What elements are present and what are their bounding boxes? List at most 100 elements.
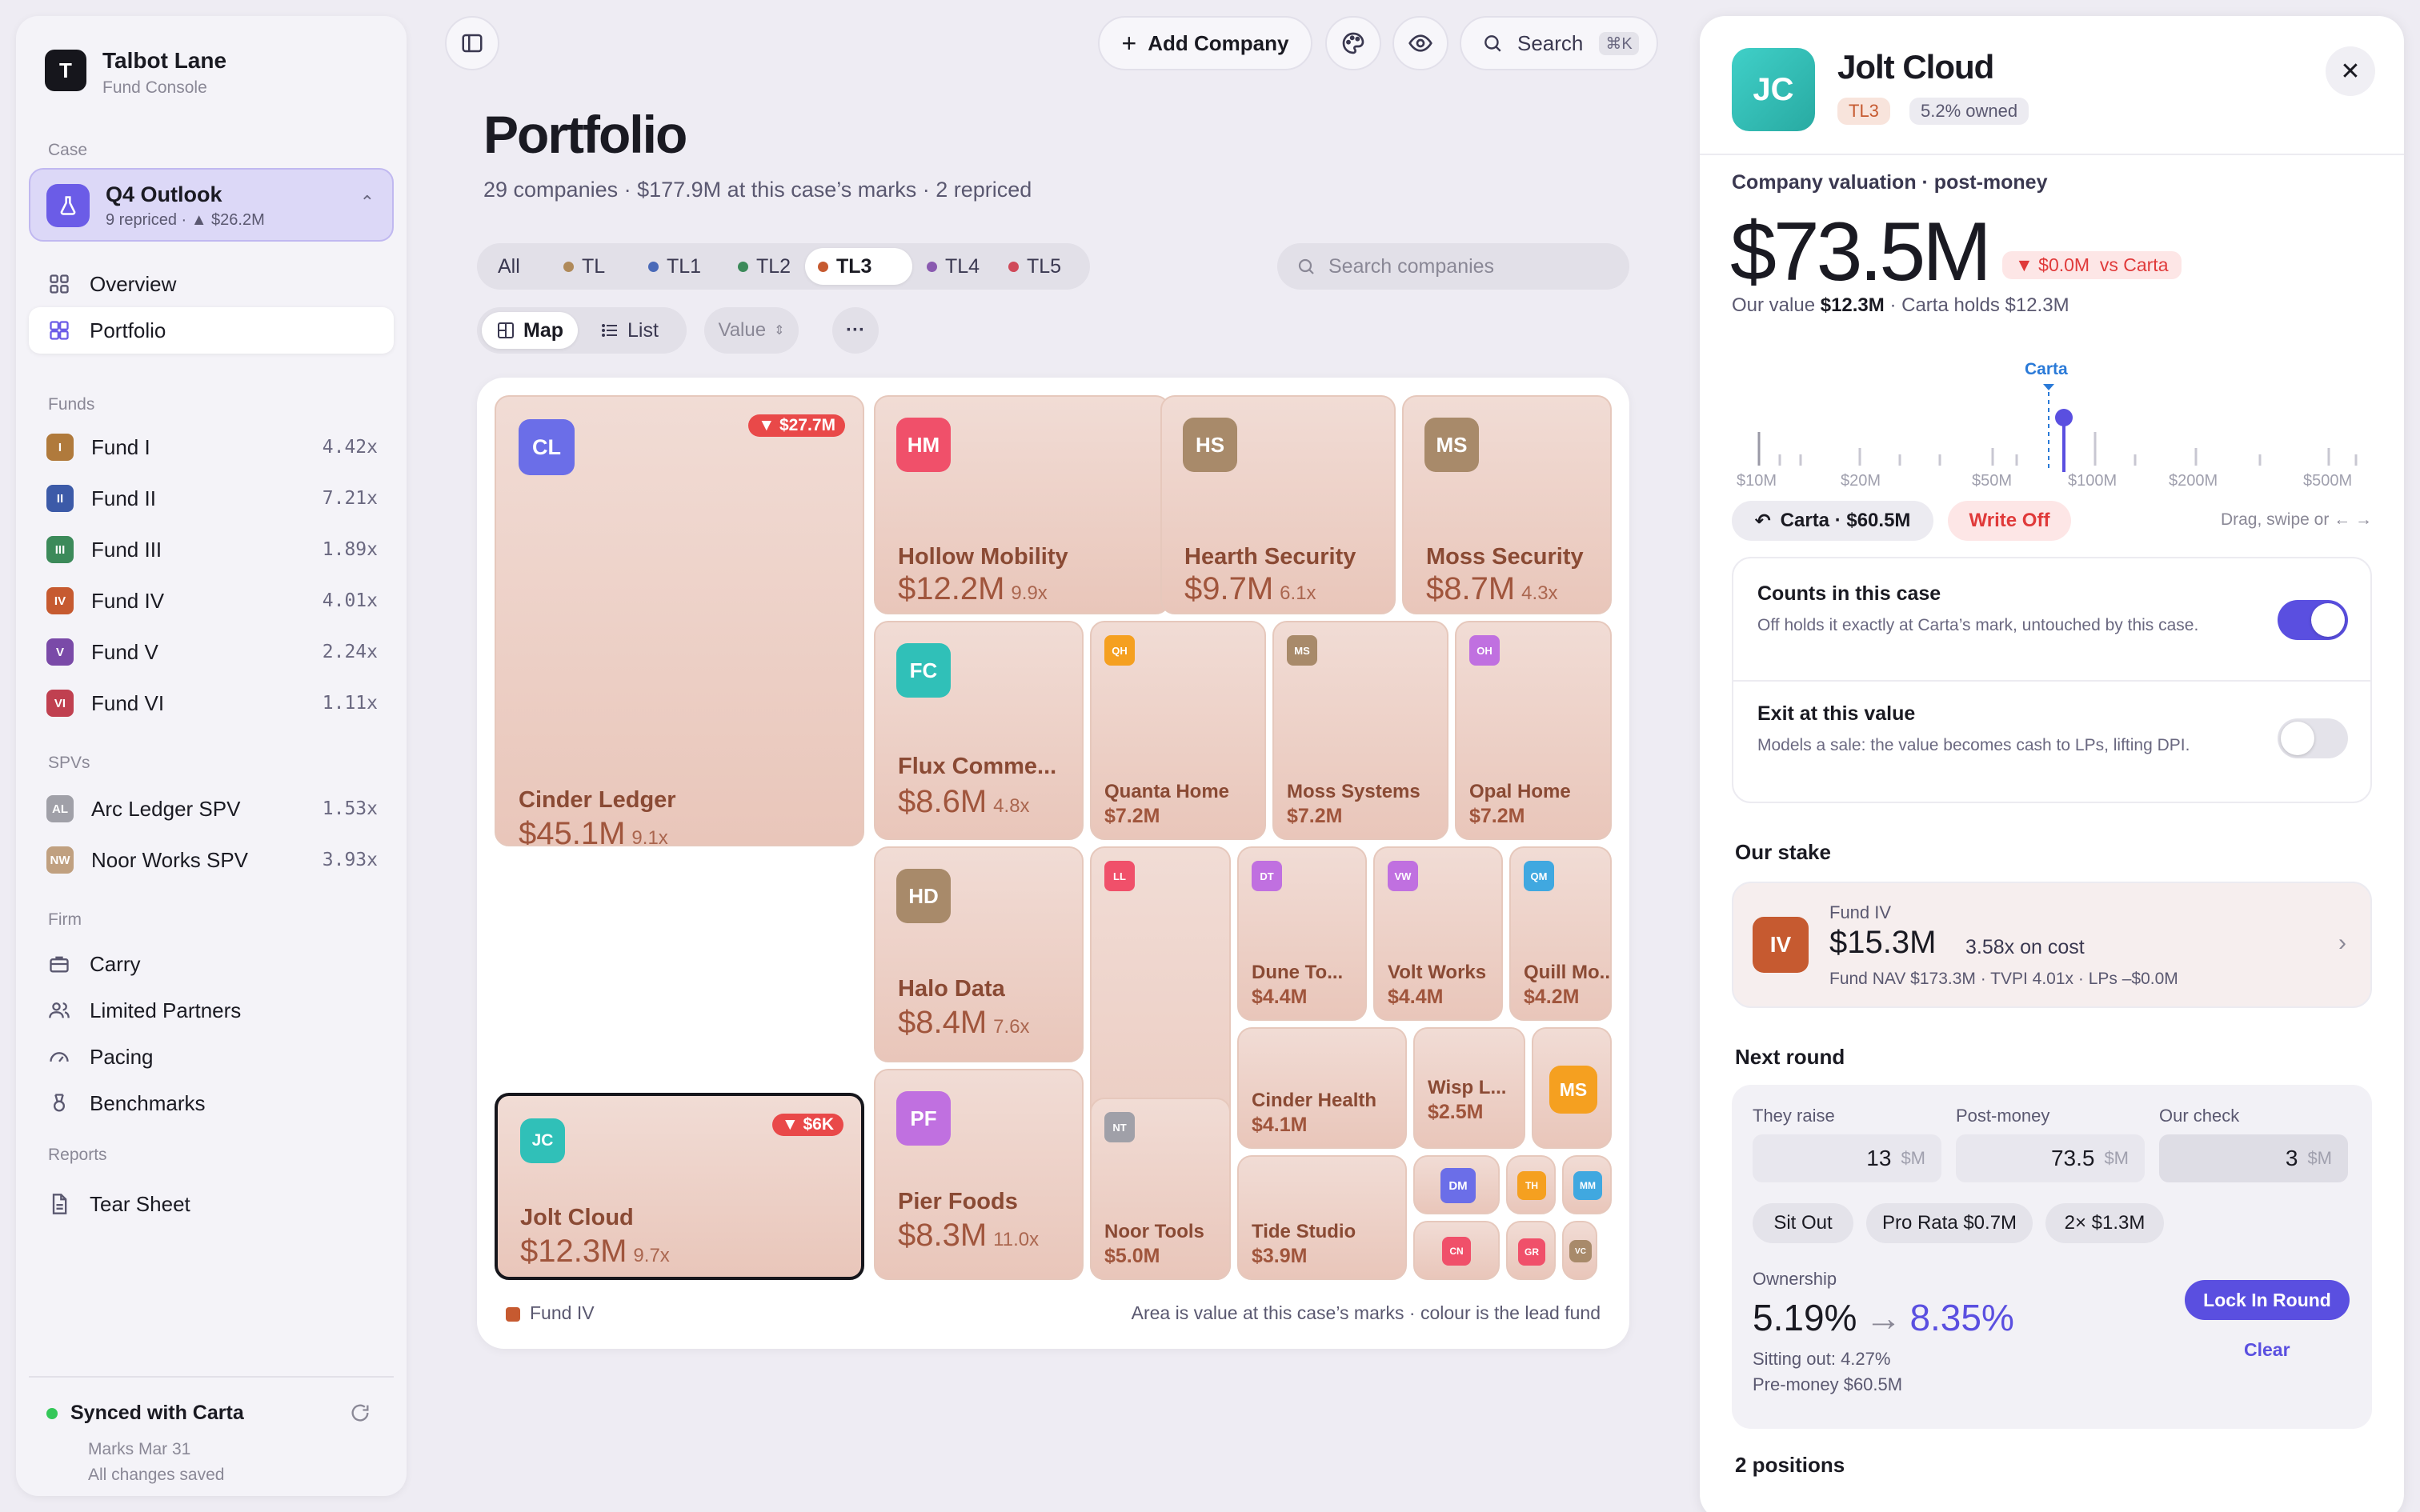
post-money-input[interactable]: 73.5 $M bbox=[1956, 1134, 2145, 1182]
treemap-tile[interactable]: PF Pier Foods $8.3M 11.0x bbox=[874, 1069, 1084, 1280]
add-company-button[interactable]: + Add Company bbox=[1098, 16, 1312, 70]
case-name: Q4 Outlook bbox=[106, 182, 222, 206]
nav-limited-partners[interactable]: Limited Partners bbox=[29, 987, 394, 1034]
filter-chip-label: TL1 bbox=[667, 254, 702, 278]
ownership-badge: 5.2% owned bbox=[1909, 98, 2029, 125]
write-off-button[interactable]: Write Off bbox=[1948, 501, 2071, 541]
map-view-button[interactable]: Map bbox=[482, 312, 578, 349]
close-button[interactable]: ✕ bbox=[2326, 46, 2375, 96]
treemap-tile[interactable]: VC bbox=[1562, 1221, 1597, 1280]
tile-value: $8.4M 7.6x bbox=[898, 1005, 1030, 1041]
treemap-tile[interactable]: MS bbox=[1532, 1027, 1612, 1149]
briefcase-icon bbox=[46, 951, 72, 977]
plus-icon: + bbox=[1121, 28, 1137, 58]
fund-badge: AL bbox=[46, 795, 74, 822]
treemap-tile[interactable]: HM Hollow Mobility $12.2M 9.9x bbox=[874, 395, 1170, 614]
spv-item-arc-ledger-spv[interactable]: AL Arc Ledger SPV 1.53x bbox=[29, 786, 394, 832]
firm-name: Talbot Lane bbox=[102, 48, 227, 73]
exit-toggle[interactable] bbox=[2278, 718, 2348, 758]
valuation-slider[interactable]: Carta $10M $20M $50M $100M $200M $500M bbox=[1732, 352, 2372, 496]
sort-select[interactable]: Value ⇕ bbox=[704, 307, 799, 354]
treemap-tile[interactable]: Cinder Health $4.1M bbox=[1237, 1027, 1407, 1149]
company-avatar: CN bbox=[1442, 1237, 1471, 1266]
lock-in-round-button[interactable]: Lock In Round bbox=[2185, 1280, 2350, 1320]
treemap-tile[interactable]: HS Hearth Security $9.7M 6.1x bbox=[1160, 395, 1396, 614]
treemap-tile[interactable]: OH Opal Home $7.2M bbox=[1455, 621, 1612, 840]
stake-cost: 3.58x on cost bbox=[1965, 936, 2085, 958]
sidebar-icon bbox=[462, 34, 483, 53]
company-tag: TL3 bbox=[1837, 98, 1890, 125]
nav-portfolio[interactable]: Portfolio bbox=[29, 307, 394, 354]
list-view-button[interactable]: List bbox=[589, 312, 670, 349]
check-input[interactable]: 3 $M bbox=[2159, 1134, 2348, 1182]
carta-holds: · Carta holds $12.3M bbox=[1884, 294, 2069, 316]
treemap-tile[interactable]: TH bbox=[1506, 1155, 1556, 1214]
sit-out-button[interactable]: Sit Out bbox=[1753, 1203, 1853, 1243]
treemap-note: Area is value at this case’s marks · col… bbox=[1131, 1302, 1601, 1323]
tile-multiple: 4.3x bbox=[1521, 582, 1558, 604]
company-avatar: PF bbox=[896, 1091, 951, 1146]
page-subtitle: 29 companies · $177.9M at this case’s ma… bbox=[483, 178, 1032, 202]
treemap-tile[interactable]: MS Moss Systems $7.2M bbox=[1272, 621, 1448, 840]
stake-card[interactable]: IV Fund IV $15.3M 3.58x on cost Fund NAV… bbox=[1732, 882, 2372, 1008]
sidebar-toggle-button[interactable] bbox=[445, 16, 499, 70]
treemap-tile[interactable]: FC Flux Comme... $8.6M 4.8x bbox=[874, 621, 1084, 840]
reset-to-carta-button[interactable]: ↶ Carta · $60.5M bbox=[1732, 501, 1933, 541]
visibility-button[interactable] bbox=[1392, 16, 1448, 70]
tile-company-name: Tide Studio bbox=[1252, 1221, 1356, 1242]
filter-chip-all[interactable]: All bbox=[485, 248, 533, 285]
case-selector[interactable]: Q4 Outlook 9 repriced · ▲ $26.2M ⌃ bbox=[29, 168, 394, 242]
theme-button[interactable] bbox=[1325, 16, 1381, 70]
treemap-tile[interactable]: JC ▼ $6K Jolt Cloud $12.3M 9.7x bbox=[495, 1093, 864, 1280]
filter-chip-tl4[interactable]: TL4 bbox=[914, 248, 992, 285]
repriced-flag: ▼ $27.7M bbox=[748, 414, 845, 437]
fund-item-fund-i[interactable]: I Fund I 4.42x bbox=[29, 424, 394, 470]
tile-multiple: 9.7x bbox=[633, 1245, 670, 1266]
treemap-tile[interactable]: MS Moss Security $8.7M 4.3x bbox=[1402, 395, 1612, 614]
treemap-tile[interactable]: Wisp L... $2.5M bbox=[1413, 1027, 1525, 1149]
fund-item-fund-vi[interactable]: VI Fund VI 1.11x bbox=[29, 680, 394, 726]
nav-benchmarks[interactable]: Benchmarks bbox=[29, 1080, 394, 1126]
treemap-tile[interactable]: MM bbox=[1562, 1155, 1612, 1214]
undo-icon: ↶ bbox=[1754, 510, 1771, 532]
treemap-tile[interactable]: QH Quanta Home $7.2M bbox=[1090, 621, 1266, 840]
treemap-tile[interactable]: QM Quill Mo... $4.2M bbox=[1509, 846, 1612, 1021]
treemap-tile[interactable]: GR bbox=[1506, 1221, 1556, 1280]
treemap-tile[interactable]: NT Noor Tools $5.0M bbox=[1090, 1098, 1231, 1280]
raise-input[interactable]: 13 $M bbox=[1753, 1134, 1941, 1182]
treemap-tile[interactable]: DM bbox=[1413, 1155, 1500, 1214]
filter-chip-tl2[interactable]: TL2 bbox=[725, 248, 803, 285]
counts-toggle[interactable] bbox=[2278, 600, 2348, 640]
global-search-button[interactable]: Search ⌘K bbox=[1460, 16, 1658, 70]
clear-button[interactable]: Clear bbox=[2244, 1339, 2290, 1361]
more-button[interactable]: ··· bbox=[832, 307, 879, 354]
nav-tear-sheet[interactable]: Tear Sheet bbox=[29, 1181, 394, 1227]
nav-pacing[interactable]: Pacing bbox=[29, 1034, 394, 1080]
company-avatar: HD bbox=[896, 869, 951, 923]
treemap-tile[interactable]: VW Volt Works $4.4M bbox=[1373, 846, 1503, 1021]
fund-item-fund-v[interactable]: V Fund V 2.24x bbox=[29, 629, 394, 675]
treemap-tile[interactable]: CL ▼ $27.7M Cinder Ledger $45.1M 9.1x bbox=[495, 395, 864, 846]
company-search-input[interactable]: Search companies bbox=[1277, 243, 1629, 290]
spv-item-noor-works-spv[interactable]: NW Noor Works SPV 3.93x bbox=[29, 837, 394, 883]
fund-item-fund-iv[interactable]: IV Fund IV 4.01x bbox=[29, 578, 394, 624]
company-avatar: VW bbox=[1388, 861, 1418, 891]
fund-item-fund-ii[interactable]: II Fund II 7.21x bbox=[29, 475, 394, 522]
treemap-tile[interactable]: CN bbox=[1413, 1221, 1500, 1280]
nav-carry[interactable]: Carry bbox=[29, 941, 394, 987]
treemap-tile[interactable]: HD Halo Data $8.4M 7.6x bbox=[874, 846, 1084, 1062]
treemap-tile[interactable]: DT Dune To... $4.4M bbox=[1237, 846, 1367, 1021]
double-button[interactable]: 2× $1.3M bbox=[2045, 1203, 2164, 1243]
filter-chip-tl1[interactable]: TL1 bbox=[635, 248, 714, 285]
filter-chip-tl3[interactable]: TL3 bbox=[805, 248, 912, 285]
pro-rata-button[interactable]: Pro Rata $0.7M bbox=[1866, 1203, 2033, 1243]
refresh-icon[interactable] bbox=[349, 1402, 371, 1428]
nav-overview[interactable]: Overview bbox=[29, 261, 394, 307]
filter-chip-tl5[interactable]: TL5 bbox=[996, 248, 1074, 285]
fund-item-fund-iii[interactable]: III Fund III 1.89x bbox=[29, 526, 394, 573]
fund-badge: NW bbox=[46, 846, 74, 874]
treemap-tile[interactable]: Tide Studio $3.9M bbox=[1237, 1155, 1407, 1280]
tile-company-name: Noor Tools bbox=[1104, 1221, 1204, 1242]
tl3-dot bbox=[818, 261, 828, 272]
filter-chip-tl[interactable]: TL bbox=[551, 248, 618, 285]
